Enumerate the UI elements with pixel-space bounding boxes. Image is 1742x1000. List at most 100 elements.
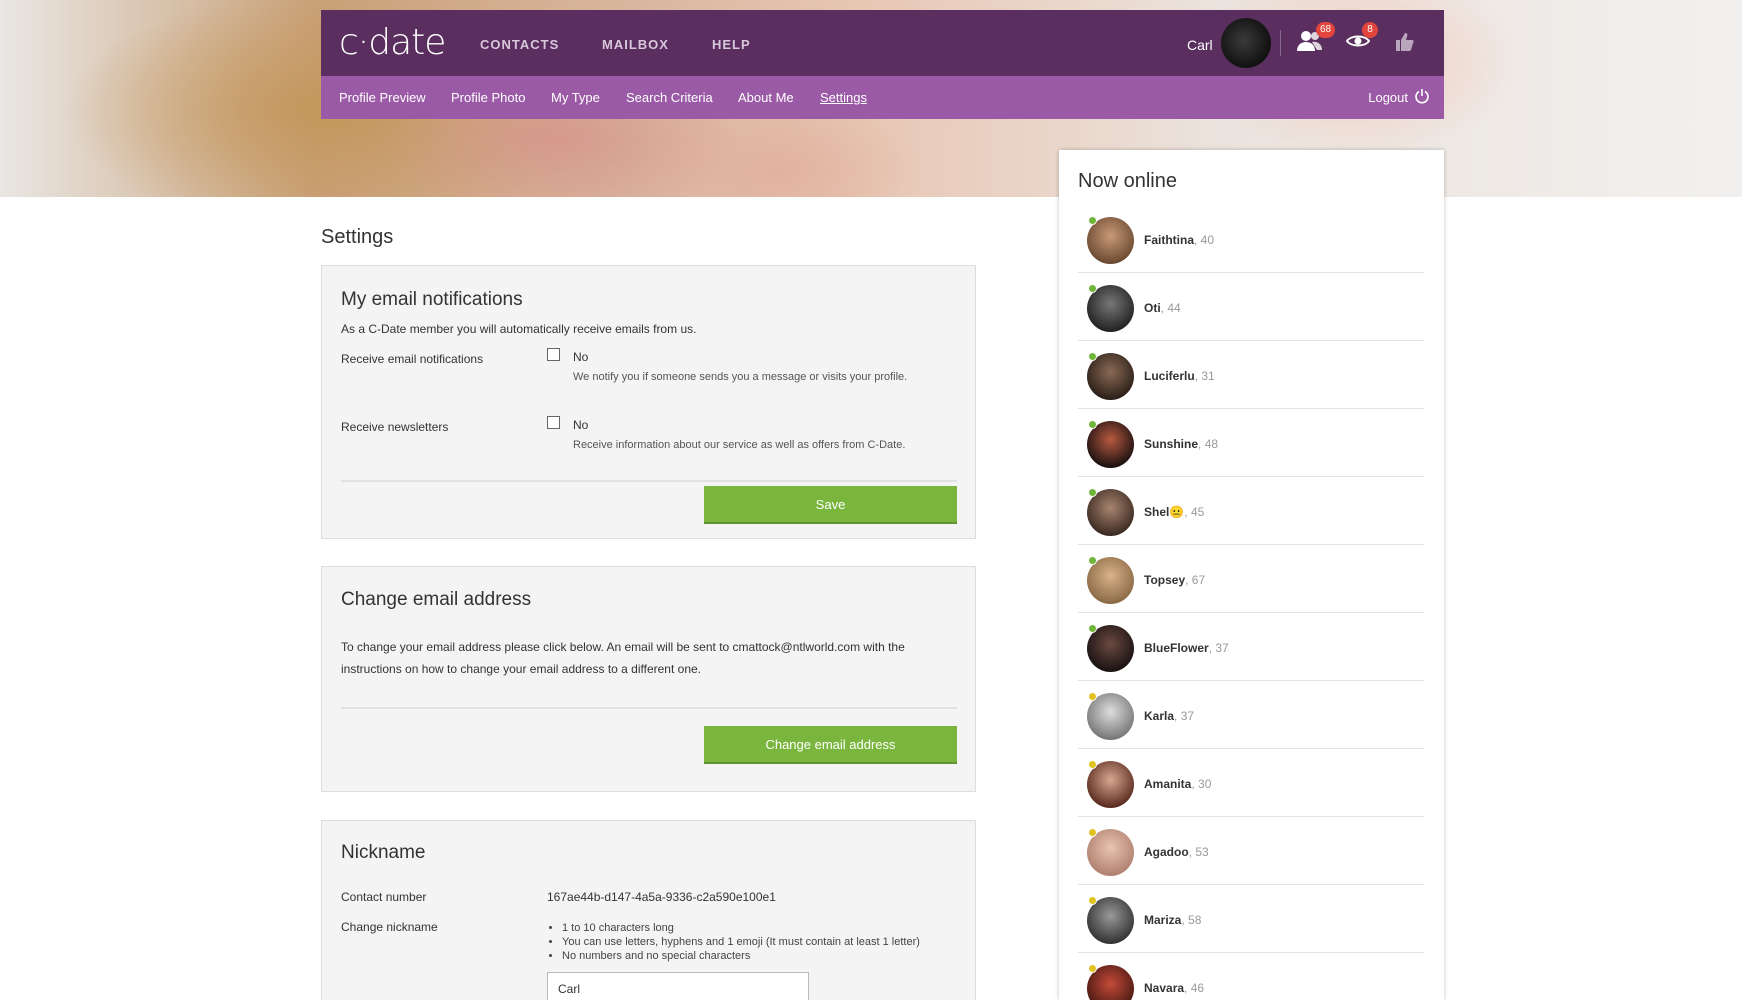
member-nickname: Luciferlu — [1144, 369, 1195, 383]
online-member-row[interactable]: Karla, 37 — [1078, 681, 1424, 749]
member-nickname: Topsey — [1144, 573, 1186, 587]
subnav-my-type[interactable]: My Type — [551, 90, 600, 105]
nav-help[interactable]: HELP — [712, 37, 751, 52]
cdate-logo[interactable]: c·date — [339, 22, 446, 63]
profile-subnavigation: Profile Preview Profile Photo My Type Se… — [321, 76, 1444, 119]
member-age: 44 — [1167, 301, 1181, 315]
online-status-dot — [1088, 352, 1097, 361]
subnav-search-criteria[interactable]: Search Criteria — [626, 90, 713, 105]
power-icon[interactable] — [1414, 88, 1430, 104]
nickname-input[interactable]: Carl — [547, 972, 809, 1000]
subnav-profile-preview[interactable]: Profile Preview — [339, 90, 426, 105]
member-name[interactable]: Shel😐, 45 — [1144, 505, 1204, 519]
save-button[interactable]: Save — [704, 486, 957, 524]
member-name[interactable]: Sunshine, 48 — [1144, 437, 1218, 451]
email-notifications-card: My email notifications As a C-Date membe… — [321, 265, 976, 539]
user-avatar[interactable] — [1221, 18, 1271, 68]
now-online-panel: Now online Faithtina, 40 Oti, 44 Luciferlu… — [1059, 150, 1444, 1000]
online-member-row[interactable]: Topsey, 67 — [1078, 545, 1424, 613]
member-nickname: BlueFlower — [1144, 641, 1209, 655]
contact-number-label: Contact number — [341, 890, 427, 904]
newsletters-checkbox[interactable] — [547, 416, 560, 429]
card-intro: As a C-Date member you will automaticall… — [341, 322, 697, 336]
online-member-row[interactable]: Amanita, 30 — [1078, 749, 1424, 817]
card-title: Change email address — [341, 589, 532, 610]
member-name[interactable]: Luciferlu, 31 — [1144, 369, 1215, 383]
card-title: Nickname — [341, 842, 426, 863]
separator: , — [1191, 777, 1199, 791]
member-nickname: Shel😐 — [1144, 505, 1185, 519]
online-member-row[interactable]: Luciferlu, 31 — [1078, 341, 1424, 409]
online-member-row[interactable]: Sunshine, 48 — [1078, 409, 1424, 477]
online-status-dot — [1088, 488, 1097, 497]
change-email-text: To change your email address please clic… — [341, 640, 905, 654]
member-nickname: Amanita — [1144, 777, 1192, 791]
member-age: 31 — [1201, 369, 1215, 383]
member-name[interactable]: Navara, 46 — [1144, 981, 1204, 995]
member-age: 37 — [1215, 641, 1229, 655]
member-nickname: Navara — [1144, 981, 1185, 995]
online-status-dot — [1088, 624, 1097, 633]
user-name[interactable]: Carl — [1187, 37, 1213, 53]
nav-contacts[interactable]: CONTACTS — [480, 37, 559, 52]
member-age: 67 — [1191, 573, 1206, 587]
online-member-row[interactable]: Mariza, 58 — [1078, 885, 1424, 953]
change-email-text: instructions on how to change your email… — [341, 662, 701, 676]
row-value: No — [573, 350, 589, 364]
member-nickname: Mariza — [1144, 913, 1182, 927]
row-label: Receive email notifications — [341, 352, 484, 366]
card-title: My email notifications — [341, 289, 523, 310]
visitors-badge: 8 — [1362, 22, 1378, 38]
member-age: 53 — [1195, 845, 1209, 859]
now-online-title: Now online — [1078, 170, 1177, 192]
separator: , — [1184, 505, 1191, 519]
member-name[interactable]: Topsey, 67 — [1144, 573, 1205, 587]
nickname-rules: 1 to 10 characters long You can use lett… — [548, 921, 920, 963]
separator: , — [1184, 981, 1191, 995]
online-member-row[interactable]: Navara, 46 — [1078, 953, 1424, 1000]
online-member-row[interactable]: BlueFlower, 37 — [1078, 613, 1424, 681]
email-notifications-checkbox[interactable] — [547, 348, 560, 361]
logout-link[interactable]: Logout — [1368, 90, 1408, 105]
member-name[interactable]: Mariza, 58 — [1144, 913, 1201, 927]
member-name[interactable]: Agadoo, 53 — [1144, 845, 1209, 859]
member-nickname: Oti — [1144, 301, 1161, 315]
subnav-about-me[interactable]: About Me — [738, 90, 794, 105]
online-member-row[interactable]: Faithtina, 40 — [1078, 205, 1424, 273]
member-age: 46 — [1190, 981, 1205, 995]
member-name[interactable]: BlueFlower, 37 — [1144, 641, 1229, 655]
list-item: You can use letters, hyphens and 1 emoji… — [562, 935, 920, 949]
subnav-settings[interactable]: Settings — [820, 90, 867, 105]
divider — [1280, 30, 1281, 56]
online-status-dot — [1088, 760, 1097, 769]
online-status-dot — [1088, 284, 1097, 293]
member-name[interactable]: Karla, 37 — [1144, 709, 1194, 723]
divider — [341, 707, 957, 709]
online-member-row[interactable]: Shel😐, 45 — [1078, 477, 1424, 545]
member-name[interactable]: Amanita, 30 — [1144, 777, 1211, 791]
member-age: 30 — [1198, 777, 1212, 791]
top-navigation-bar: c·date CONTACTS MAILBOX HELP Carl 68 8 — [321, 10, 1444, 76]
online-status-dot — [1088, 964, 1097, 973]
change-nickname-label: Change nickname — [341, 920, 438, 934]
separator: , — [1198, 437, 1205, 451]
row-hint: Receive information about our service as… — [573, 439, 906, 451]
member-age: 58 — [1188, 913, 1202, 927]
member-name[interactable]: Faithtina, 40 — [1144, 233, 1214, 247]
online-member-row[interactable]: Oti, 44 — [1078, 273, 1424, 341]
separator: , — [1174, 709, 1181, 723]
member-name[interactable]: Oti, 44 — [1144, 301, 1181, 315]
online-status-dot — [1088, 692, 1097, 701]
subnav-profile-photo[interactable]: Profile Photo — [451, 90, 525, 105]
online-status-dot — [1088, 420, 1097, 429]
nickname-card: Nickname Contact number 167ae44b-d147-4a… — [321, 820, 976, 1000]
row-hint: We notify you if someone sends you a mes… — [573, 371, 908, 383]
change-email-card: Change email address To change your emai… — [321, 566, 976, 792]
thumbs-up-icon[interactable] — [1395, 32, 1415, 52]
change-email-button[interactable]: Change email address — [704, 726, 957, 764]
member-nickname: Sunshine — [1144, 437, 1199, 451]
member-age: 37 — [1180, 709, 1195, 723]
member-age: 45 — [1190, 505, 1205, 519]
online-member-row[interactable]: Agadoo, 53 — [1078, 817, 1424, 885]
nav-mailbox[interactable]: MAILBOX — [602, 37, 669, 52]
